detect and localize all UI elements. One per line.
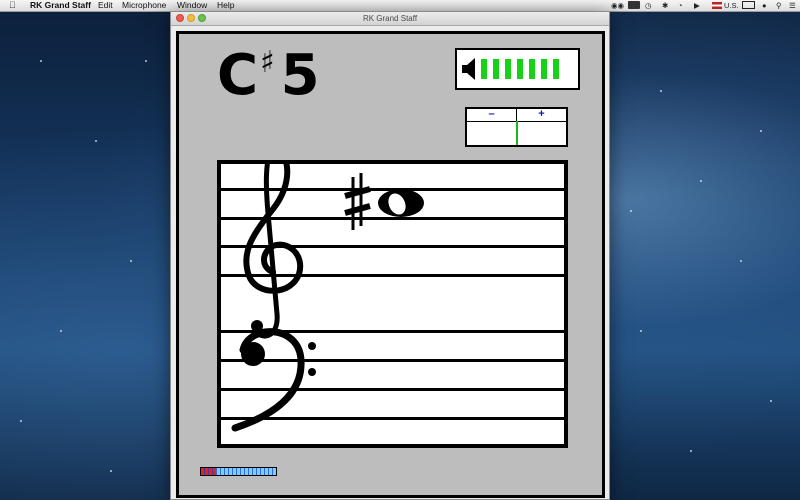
input-level-wave bbox=[201, 468, 276, 475]
input-source-label[interactable]: U.S. bbox=[724, 0, 739, 11]
volume-bar bbox=[541, 59, 547, 79]
battery-icon[interactable] bbox=[742, 1, 755, 9]
menu-app-name[interactable]: RK Grand Staff bbox=[30, 0, 91, 11]
tune-down-button[interactable]: – bbox=[467, 109, 517, 121]
note-octave: 5 bbox=[280, 43, 320, 108]
sharp-accidental-icon bbox=[344, 173, 371, 230]
volume-menu-icon[interactable]: ▶ bbox=[694, 0, 700, 11]
volume-bar bbox=[553, 59, 559, 79]
whole-note-icon bbox=[378, 189, 424, 217]
tuner-control: – + bbox=[465, 107, 568, 147]
clock-icon[interactable]: ◷ bbox=[645, 0, 652, 11]
menu-microphone[interactable]: Microphone bbox=[122, 0, 166, 11]
binoculars-icon[interactable]: ◉◉ bbox=[611, 0, 624, 11]
main-panel: C♯ 5 – + bbox=[176, 31, 605, 498]
tune-up-button[interactable]: + bbox=[517, 109, 566, 121]
apple-menu-icon[interactable]:  bbox=[9, 0, 16, 11]
menu-window[interactable]: Window bbox=[177, 0, 207, 11]
bass-clef-icon bbox=[231, 328, 316, 432]
battery-menu-icon[interactable] bbox=[628, 1, 640, 9]
spotlight-search-icon[interactable]: ⚲ bbox=[776, 0, 782, 11]
menu-help[interactable]: Help bbox=[217, 0, 234, 11]
input-level-meter bbox=[200, 467, 277, 476]
bluetooth-icon[interactable]: ✱ bbox=[662, 0, 668, 11]
grand-staff bbox=[217, 160, 568, 448]
tuner-needle bbox=[516, 121, 518, 145]
wifi-icon[interactable]: ◔ bbox=[678, 0, 683, 11]
menu-edit[interactable]: Edit bbox=[98, 0, 113, 11]
note-name-display: C♯ 5 bbox=[217, 43, 320, 115]
notification-center-icon[interactable]: ☰ bbox=[789, 0, 796, 11]
app-window: RK Grand Staff C♯ 5 – + bbox=[170, 11, 610, 500]
title-bar[interactable]: RK Grand Staff bbox=[171, 12, 609, 26]
volume-bar bbox=[493, 59, 499, 79]
flag-icon[interactable] bbox=[712, 2, 722, 9]
note-accidental: ♯ bbox=[260, 45, 275, 80]
note-letter: C bbox=[217, 43, 259, 108]
window-title: RK Grand Staff bbox=[362, 14, 418, 23]
volume-bar bbox=[505, 59, 511, 79]
volume-bar bbox=[517, 59, 523, 79]
volume-bar bbox=[481, 59, 487, 79]
treble-clef-icon bbox=[243, 164, 304, 339]
speaker-icon bbox=[462, 58, 475, 80]
user-icon[interactable]: ● bbox=[762, 0, 767, 11]
volume-meter[interactable] bbox=[455, 48, 580, 90]
volume-bar bbox=[529, 59, 535, 79]
